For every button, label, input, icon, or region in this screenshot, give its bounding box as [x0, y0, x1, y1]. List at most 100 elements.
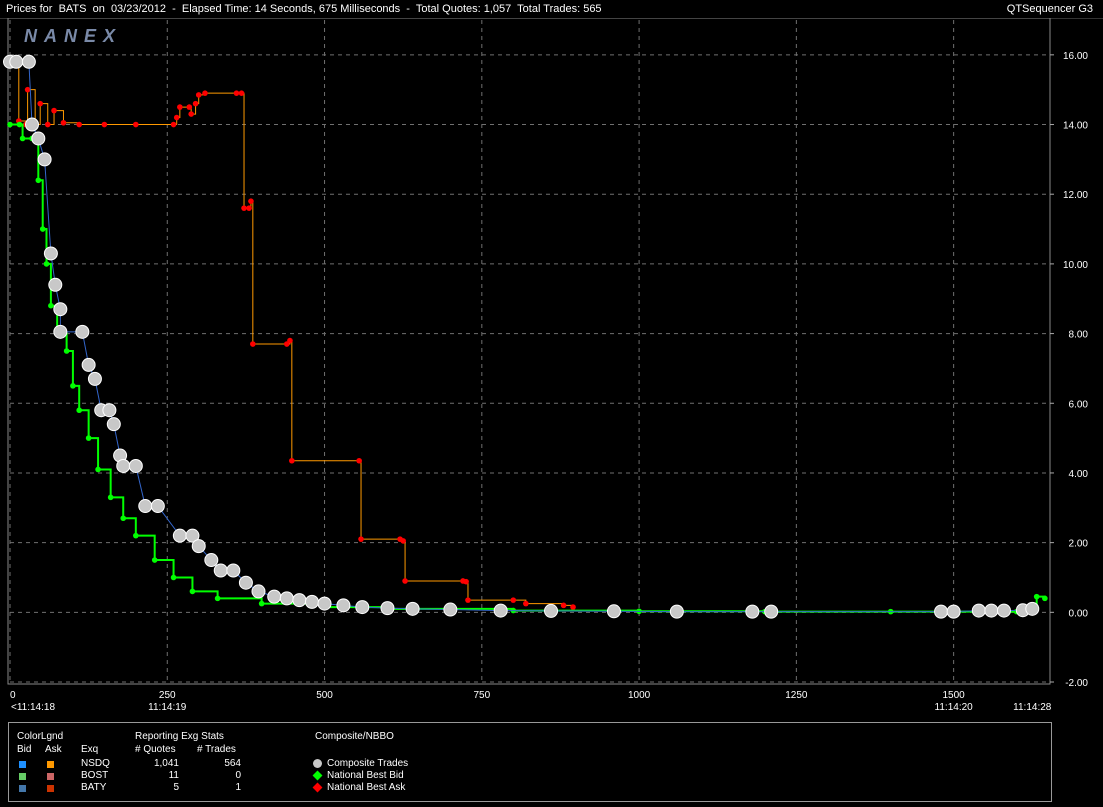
- national-best-bid-point: [35, 177, 42, 184]
- composite-trade-point: [81, 357, 96, 372]
- national-best-ask-point: [133, 121, 139, 128]
- y-tick-label: 4.00: [1069, 469, 1089, 480]
- composite-trades-key-icon: [313, 759, 322, 768]
- price-chart[interactable]: NANEX 16.00 14.00 12.00 10.00 8.00 6.00 4.00 2.…: [0, 18, 1103, 722]
- time-label: <11:14:18: [11, 702, 55, 713]
- national-best-bid-point: [7, 121, 13, 128]
- x-tick-label: 1250: [785, 690, 808, 701]
- bost-trades: 0: [235, 770, 241, 781]
- composite-trade-point: [204, 553, 219, 568]
- national-best-ask-point: [246, 205, 252, 211]
- quotes-header: # Quotes: [135, 744, 176, 755]
- ask-header: Ask: [45, 744, 62, 755]
- nsdq-exq: NSDQ: [81, 758, 110, 769]
- composite-trades-key-label: Composite Trades: [327, 758, 409, 769]
- composite-trade-point: [251, 584, 266, 599]
- exq-header: Exq: [81, 744, 99, 755]
- national-best-ask-point: [202, 90, 208, 96]
- national-best-bid-point: [120, 515, 127, 522]
- plot-area: [7, 18, 1051, 685]
- composite-trade-point: [21, 54, 36, 69]
- national-best-ask-point: [356, 457, 362, 464]
- national-best-ask-point: [24, 86, 31, 93]
- composite-trade-point: [745, 604, 760, 619]
- national-best-ask-point: [560, 602, 567, 609]
- national-best-ask-point: [289, 457, 295, 464]
- national-best-bid-point: [19, 135, 26, 142]
- national-best-ask-point: [101, 121, 108, 128]
- reporting-label: Reporting Exg Stats: [135, 731, 224, 742]
- composite-trade-point: [336, 598, 351, 613]
- national-best-ask-point: [400, 538, 406, 544]
- baty-ask-swatch: [47, 785, 54, 792]
- time-label: 11:14:19: [148, 702, 187, 713]
- national-best-ask-point: [358, 536, 364, 542]
- national-best-bid-key-label: National Best Bid: [327, 770, 404, 781]
- national-best-bid-point: [48, 302, 54, 309]
- composite-trade-point: [9, 54, 24, 69]
- national-best-ask-point: [195, 92, 202, 98]
- national-best-bid-point: [63, 348, 70, 354]
- composite-trade-point: [37, 152, 52, 167]
- composite-trade-point: [355, 600, 370, 615]
- composite-trade-point: [238, 575, 253, 590]
- colorlgnd-label: ColorLgnd: [17, 731, 64, 742]
- composite-trade-point: [934, 604, 949, 619]
- national-best-bid-point: [1033, 593, 1040, 600]
- composite-trade-point: [946, 604, 961, 619]
- national-best-ask-point: [402, 578, 408, 584]
- y-tick-label: 2.00: [1069, 539, 1089, 550]
- x-tick-label: 750: [473, 690, 490, 701]
- national-best-bid-point: [76, 407, 82, 414]
- nsdq-bid-swatch: [19, 761, 26, 768]
- national-best-bid-point: [95, 466, 101, 473]
- composite-trade-point: [172, 528, 187, 543]
- composite-trade-point: [106, 417, 121, 432]
- national-best-ask-point: [248, 198, 254, 204]
- national-best-bid-point: [1042, 595, 1048, 602]
- national-best-ask-point: [44, 121, 51, 128]
- baty-exq: BATY: [81, 782, 107, 793]
- national-best-ask-point: [170, 121, 177, 128]
- national-best-ask-point: [238, 90, 245, 96]
- national-best-ask-point: [570, 604, 576, 610]
- composite-trade-point: [405, 601, 420, 616]
- composite-trade-point: [43, 246, 58, 261]
- composite-trade-point: [669, 604, 684, 619]
- composite-trade-point: [279, 591, 294, 606]
- national-best-ask-point: [76, 121, 82, 128]
- composite-trade-point: [138, 499, 153, 514]
- national-best-ask-point: [60, 119, 67, 126]
- national-best-ask-point: [186, 104, 193, 110]
- bost-ask-swatch: [47, 773, 54, 780]
- y-tick-label: 10.00: [1063, 260, 1088, 271]
- composite-trade-point: [191, 539, 206, 554]
- national-best-bid-point: [107, 494, 114, 501]
- y-tick-label: 8.00: [1069, 330, 1089, 341]
- nsdq-ask-swatch: [47, 761, 54, 768]
- title-bar: Prices for BATS on 03/23/2012 - Elapsed …: [0, 0, 1103, 19]
- national-best-ask-point: [177, 104, 183, 110]
- composite-trade-point: [304, 594, 319, 609]
- app-name: QTSequencer G3: [1006, 3, 1093, 15]
- bost-exq: BOST: [81, 770, 109, 781]
- national-best-bid-point: [133, 532, 139, 539]
- national-best-bid-key-icon: [312, 770, 323, 781]
- y-tick-label: 16.00: [1063, 51, 1088, 62]
- nsdq-quotes: 1,041: [153, 758, 179, 769]
- time-label: 11:14:28: [1013, 702, 1052, 713]
- national-best-ask-point: [241, 205, 247, 211]
- national-best-bid-point: [39, 226, 46, 232]
- composite-trade-point: [31, 131, 46, 146]
- nsdq-trades: 564: [224, 758, 241, 769]
- composite-label: Composite/NBBO: [315, 731, 394, 742]
- y-tick-label: 14.00: [1063, 121, 1088, 132]
- national-best-ask-point: [510, 597, 517, 603]
- bid-header: Bid: [17, 744, 32, 755]
- composite-trade-point: [606, 604, 621, 619]
- composite-trade-point: [443, 602, 458, 617]
- composite-trade-point: [116, 458, 131, 473]
- composite-trade-point: [267, 589, 282, 604]
- composite-trade-point: [984, 603, 999, 618]
- composite-trade-point: [996, 603, 1011, 618]
